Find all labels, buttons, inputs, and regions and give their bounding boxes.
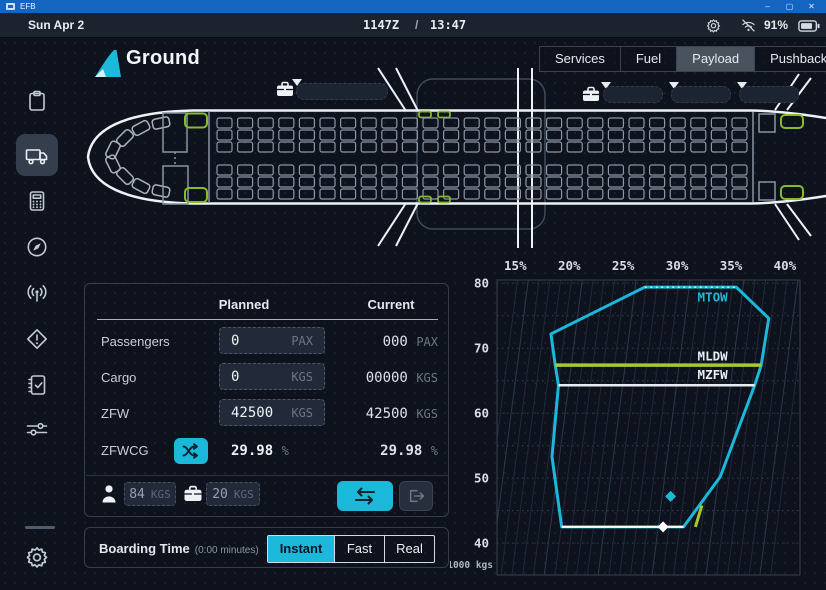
export-loadsheet-button[interactable]: [399, 481, 433, 511]
cg-envelope-chart: MTOW MLDW MZFW 15% 20% 25% 30% 35% 40% 80 70 60 50 40…: [450, 252, 826, 582]
window-title: EFB: [20, 0, 36, 13]
boarding-time-panel: Boarding Time(0:00 minutes) Instant Fast…: [84, 527, 449, 568]
zfwcg-planned-value: 29.98 %: [231, 443, 289, 459]
shuffle-icon: [181, 443, 201, 459]
briefcase-icon: [582, 86, 600, 102]
chart-gridlines: [480, 280, 809, 575]
row-label-zfwcg: ZFWCG: [101, 443, 149, 458]
row-label-passengers: Passengers: [101, 334, 170, 349]
compass-icon: [25, 235, 49, 259]
status-date: Sun Apr 2: [28, 18, 84, 32]
current-column-header: Current: [341, 297, 441, 312]
tow-cg-point-marker: [665, 491, 676, 502]
seat-grid[interactable]: [217, 118, 747, 199]
sidebar-item-clipboard[interactable]: [16, 80, 58, 122]
x-tick-label: 15%: [504, 258, 527, 273]
cargo-current: 00000 KGS: [341, 370, 438, 386]
sidebar-item-radio[interactable]: [16, 272, 58, 314]
y-tick-label: 70: [474, 341, 489, 356]
settings-gear-icon: [24, 544, 50, 570]
export-icon: [407, 488, 425, 504]
planned-column-header: Planned: [191, 297, 297, 312]
zfwcg-shuffle-button[interactable]: [174, 438, 208, 464]
calculator-icon: [25, 189, 49, 213]
filters-icon: [24, 417, 50, 441]
row-label-zfw: ZFW: [101, 406, 129, 421]
pax-weight-input[interactable]: 84KGS: [124, 482, 176, 506]
checklist-icon: [25, 373, 49, 397]
sidebar-item-checklist[interactable]: [16, 364, 58, 406]
x-tick-label: 35%: [720, 258, 743, 273]
y-tick-label: 50: [474, 471, 489, 486]
zfwcg-current: 29.98 %: [341, 443, 438, 459]
cargo-input[interactable]: 0KGS: [219, 363, 325, 390]
payload-form-panel: Planned Current Passengers 0PAX 000 PAX …: [84, 283, 449, 517]
battery-icon: [798, 20, 820, 32]
sidebar-item-ground-services[interactable]: [16, 134, 58, 176]
caution-diamond-icon: [25, 327, 49, 351]
row-label-cargo: Cargo: [101, 370, 136, 385]
y-tick-label: 60: [474, 406, 489, 421]
passengers-input[interactable]: 0PAX: [219, 327, 325, 354]
sidebar-item-caution[interactable]: [16, 318, 58, 360]
sidebar-item-calculator[interactable]: [16, 180, 58, 222]
sidebar-item-settings[interactable]: [16, 536, 58, 578]
sidebar-divider: [25, 526, 55, 529]
limit-label-MZFW: MZFW: [698, 367, 729, 382]
fwd-cargo-input[interactable]: [296, 83, 388, 100]
aft-cargo-1-input[interactable]: [603, 86, 663, 103]
boarding-speed-selector: Instant Fast Real: [267, 535, 435, 563]
limit-label-MTOW: MTOW: [698, 289, 729, 304]
maximize-button[interactable]: ▢: [781, 0, 798, 13]
baggage-icon: [183, 485, 203, 502]
zfw-input[interactable]: 42500KGS: [219, 399, 325, 426]
sidebar-item-compass[interactable]: [16, 226, 58, 268]
bag-weight-input[interactable]: 20KGS: [206, 482, 260, 506]
zfw-current: 42500 KGS: [341, 406, 438, 422]
minimize-button[interactable]: –: [759, 0, 776, 13]
passenger-icon: [100, 484, 118, 504]
header-rule: [97, 319, 438, 320]
radio-antenna-icon: [24, 281, 50, 305]
status-local-time: 13:47: [430, 18, 466, 32]
app-icon: [6, 3, 15, 10]
status-zulu-time: 1147Z: [363, 18, 399, 32]
status-gear-icon[interactable]: [705, 17, 722, 34]
passengers-current: 000 PAX: [341, 334, 438, 350]
x-tick-label: 20%: [558, 258, 581, 273]
sidebar-item-filters[interactable]: [16, 408, 58, 450]
truck-icon: [24, 143, 50, 167]
x-tick-label: 30%: [666, 258, 689, 273]
y-tick-label: 40: [474, 536, 489, 551]
status-time-divider: /: [415, 18, 418, 32]
boarding-time-label: Boarding Time(0:00 minutes): [99, 541, 259, 556]
window-titlebar: EFB – ▢ ✕: [0, 0, 826, 13]
galley-monuments: [163, 111, 775, 204]
boarding-option-instant[interactable]: Instant: [268, 536, 334, 562]
boarding-option-real[interactable]: Real: [384, 536, 434, 562]
transfer-payload-button[interactable]: [337, 481, 393, 511]
clipboard-icon: [25, 89, 49, 113]
efb-ground-payload-screen: { "window": { "app_title": "EFB", "minim…: [0, 0, 826, 590]
transfer-arrows-icon: [352, 486, 378, 506]
battery-percentage: 91%: [764, 18, 788, 32]
boarding-option-fast[interactable]: Fast: [334, 536, 384, 562]
wifi-off-icon: [740, 19, 757, 33]
x-tick-label: 40%: [774, 258, 797, 273]
x-tick-label: 25%: [612, 258, 635, 273]
close-button[interactable]: ✕: [803, 0, 820, 13]
status-bar: Sun Apr 2 1147Z / 13:47 91%: [0, 13, 826, 38]
bulk-cargo-input[interactable]: [739, 86, 799, 103]
cg-envelope-outline: [551, 287, 769, 527]
wing-edges: [378, 68, 532, 248]
aft-cargo-2-input[interactable]: [671, 86, 731, 103]
form-divider: [86, 475, 448, 476]
y-axis-unit-label: x 1000 kgs: [450, 560, 493, 571]
boarding-time-note: (0:00 minutes): [195, 545, 259, 556]
y-tick-label: 80: [474, 276, 489, 291]
cockpit-panels: [105, 116, 171, 197]
limit-label-MLDW: MLDW: [698, 349, 729, 364]
